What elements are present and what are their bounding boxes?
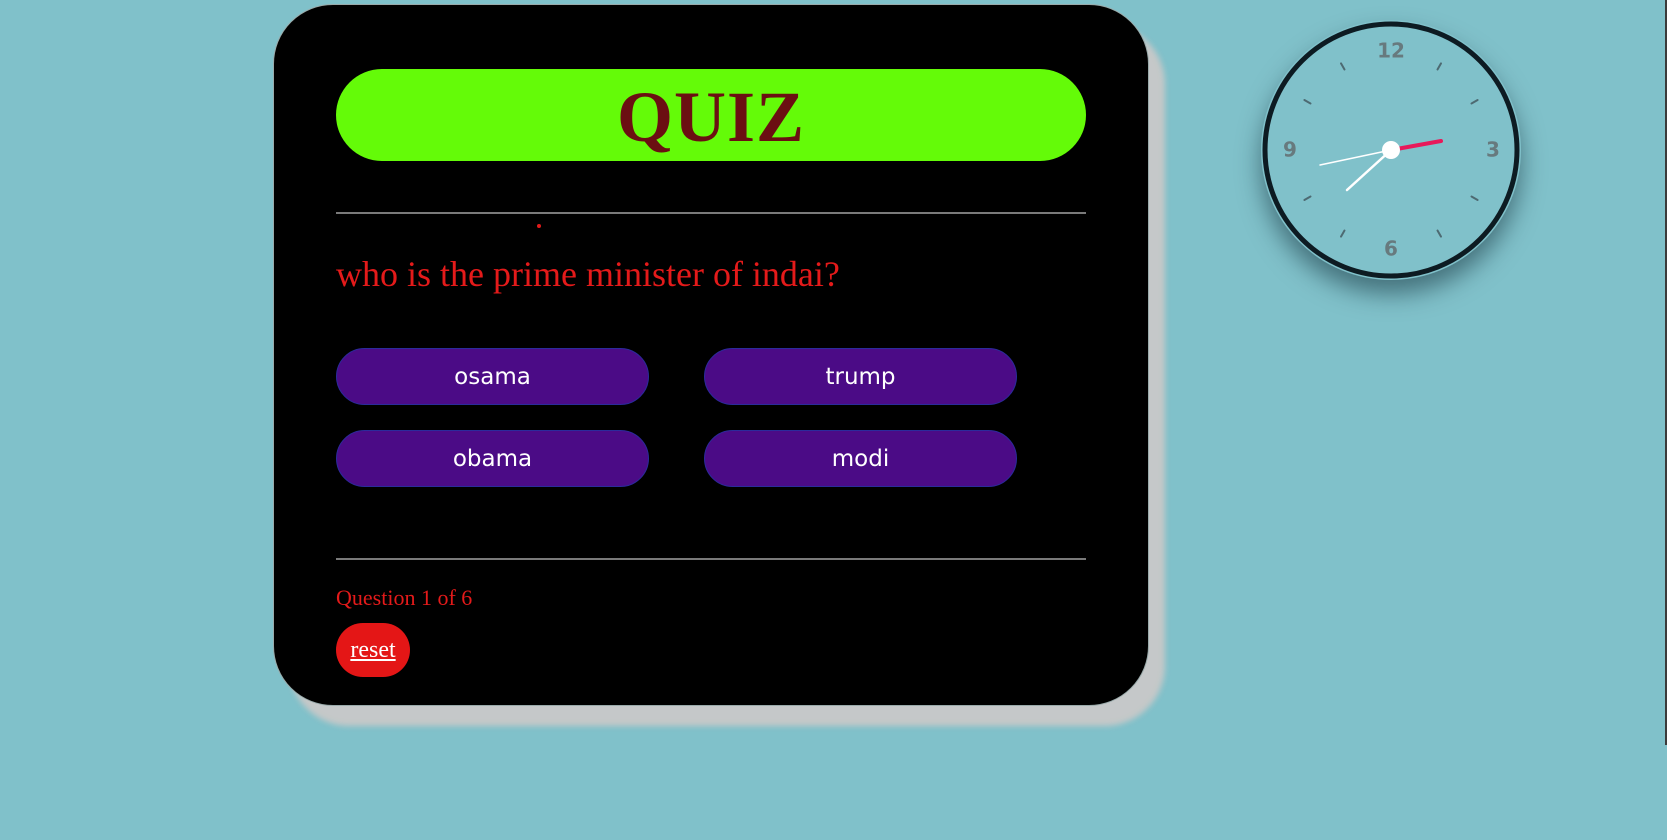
clock-numeral-12: 12 xyxy=(1377,39,1405,63)
answer-button-trump[interactable]: trump xyxy=(704,348,1017,405)
question-progress: Question 1 of 6 xyxy=(336,585,473,610)
reset-button[interactable]: reset xyxy=(336,623,410,677)
answer-button-obama[interactable]: obama xyxy=(336,430,649,487)
question-text: who is the prime minister of indai? xyxy=(336,254,840,294)
reset-label: reset xyxy=(350,636,396,663)
top-divider xyxy=(336,212,1086,214)
analog-clock: 12 3 6 9 xyxy=(1261,20,1521,280)
answer-button-modi[interactable]: modi xyxy=(704,430,1017,487)
clock-center xyxy=(1382,141,1400,159)
quiz-title: QUIZ xyxy=(616,77,806,157)
answer-button-osama[interactable]: osama xyxy=(336,348,649,405)
clock-numeral-3: 3 xyxy=(1486,138,1500,162)
clock-numeral-9: 9 xyxy=(1283,138,1297,162)
dot-mark xyxy=(537,224,541,228)
clock-icon: 12 3 6 9 xyxy=(1262,21,1520,279)
quiz-card: QUIZ who is the prime minister of indai?… xyxy=(273,4,1149,706)
clock-numeral-6: 6 xyxy=(1384,237,1398,261)
quiz-banner: QUIZ xyxy=(336,69,1086,161)
bottom-divider xyxy=(336,558,1086,560)
